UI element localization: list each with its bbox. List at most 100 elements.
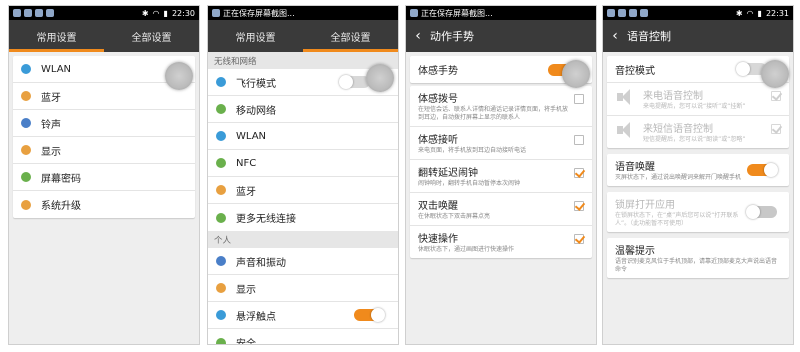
floating-touch-point[interactable] xyxy=(562,60,590,88)
checkbox[interactable] xyxy=(574,135,584,145)
phone-screen-1: ✱ ◠ ▮ 22:30 常用设置 全部设置 WLAN 蓝牙 铃声 显示 屏幕密码 系统… xyxy=(8,5,200,345)
screenshot-icon xyxy=(212,9,220,17)
voice-wake-card: 语音唤醒 灭屏状态下，通过说出唤醒词来解开门唤醒手机 xyxy=(607,154,789,186)
settings-item-label: WLAN xyxy=(236,130,267,142)
item-title: 语音唤醒 xyxy=(615,162,655,173)
tab-bar: 常用设置 全部设置 xyxy=(9,20,199,52)
item-title: 锁屏打开应用 xyxy=(615,200,675,211)
settings-item-label: 显示 xyxy=(41,146,61,158)
page-title: 语音控制 xyxy=(627,30,671,43)
item-subtitle: 在短信会话、联系人详情和通话记录详情页面，将手机放到耳边，自动拨打屏幕上显示的联… xyxy=(418,106,569,121)
notification-icon xyxy=(13,9,21,17)
voice-item-lock-screen-app[interactable]: 锁屏打开应用 在锁屏状态下，在“桌”声后您可以说“打开联系人”。（此功能暂不可使用… xyxy=(607,192,789,232)
voice-item-incoming-sms[interactable]: 来短信语音控制 短信提醒后，您可以说“朗读”或“忽略” xyxy=(607,116,789,148)
nfc-icon xyxy=(216,158,226,168)
item-subtitle: 在锁屏状态下，在“桌”声后您可以说“打开联系人”。（此功能暂不可使用） xyxy=(615,212,739,227)
gesture-item-motion-dial[interactable]: 体感拨号 在短信会话、联系人详情和通话记录详情页面，将手机放到耳边，自动拨打屏幕上… xyxy=(410,86,592,127)
gesture-item-double-tap-wake[interactable]: 双击唤醒 在休眠状态下双击屏幕点亮 xyxy=(410,193,592,226)
wifi-icon xyxy=(21,64,31,74)
settings-item-system-update[interactable]: 系统升级 xyxy=(13,191,195,218)
floating-touch-point[interactable] xyxy=(165,62,193,90)
item-subtitle: 灭屏状态下，通过说出唤醒词来解开门唤醒手机 xyxy=(615,174,742,181)
item-subtitle: 短信提醒后，您可以说“朗读”或“忽略” xyxy=(643,136,746,143)
item-subtitle: 在休眠状态下双击屏幕点亮 xyxy=(418,213,491,220)
phone-screen-4: ✱ ◠ ▮ 22:31 ‹ 语音控制 音控模式 来电语音控制 来电提醒后，您可以说“接听… xyxy=(602,5,794,345)
settings-item-label: 蓝牙 xyxy=(41,92,61,104)
floating-touch-toggle[interactable] xyxy=(354,308,385,322)
item-title: 翻转延迟闹钟 xyxy=(418,168,478,179)
settings-item-label: 安全 xyxy=(236,339,256,345)
battery-icon: ▮ xyxy=(163,8,168,18)
settings-item-screen-password[interactable]: 屏幕密码 xyxy=(13,164,195,191)
tip-text: 语音识别麦克风位于手机顶部，请靠近顶部麦克大声说出语音命令 xyxy=(615,258,778,273)
bell-icon xyxy=(21,118,31,128)
floating-touch-point[interactable] xyxy=(366,64,394,92)
settings-item-floating-touch[interactable]: 悬浮触点 xyxy=(208,302,398,329)
checkbox[interactable] xyxy=(574,168,584,178)
settings-item-label: WLAN xyxy=(41,63,72,75)
gesture-item-quick-action[interactable]: 快速操作 休眠状态下，通过画图进行快速操作 xyxy=(410,226,592,258)
settings-item-ringtone[interactable]: 铃声 xyxy=(13,110,195,137)
settings-item-label: NFC xyxy=(236,157,257,169)
settings-item-bluetooth[interactable]: 蓝牙 xyxy=(208,177,398,204)
settings-item-nfc[interactable]: NFC xyxy=(208,150,398,177)
item-title: 快速操作 xyxy=(418,234,458,245)
speaker-icon xyxy=(615,120,637,140)
wifi-icon: ◠ xyxy=(746,8,754,18)
lock-screen-app-toggle[interactable] xyxy=(746,205,777,219)
settings-item-security[interactable]: 安全 xyxy=(208,329,398,345)
section-header: 无线和网络 xyxy=(208,52,398,69)
tip-item: 温馨提示 语音识别麦克风位于手机顶部，请靠近顶部麦克大声说出语音命令 xyxy=(607,238,789,278)
settings-item-mobile-network[interactable]: 移动网络 xyxy=(208,96,398,123)
settings-list: 声音和振动 显示 悬浮触点 安全 xyxy=(208,248,398,345)
battery-icon: ▮ xyxy=(757,8,762,18)
item-title: 双击唤醒 xyxy=(418,201,458,212)
lock-icon xyxy=(21,172,31,182)
status-bar: 正在保存屏幕截图... xyxy=(406,6,596,20)
item-subtitle: 闹钟响时，翻转手机自动暂停本次闹钟 xyxy=(418,180,521,187)
checkbox[interactable] xyxy=(771,124,781,134)
floating-touch-point[interactable] xyxy=(761,60,789,88)
settings-item-label: 声音和振动 xyxy=(236,257,286,269)
wifi-icon: ◠ xyxy=(152,8,160,18)
display-icon xyxy=(216,283,226,293)
settings-item-wlan[interactable]: WLAN xyxy=(208,123,398,150)
tab-common-settings[interactable]: 常用设置 xyxy=(208,20,303,52)
section-header: 个人 xyxy=(208,231,398,248)
voice-item-incoming-call[interactable]: 来电语音控制 来电提醒后，您可以说“接听”或“挂断” xyxy=(607,83,789,116)
item-title: 体感拨号 xyxy=(418,94,458,105)
title-bar: ‹ 动作手势 xyxy=(406,20,596,52)
notification-icon xyxy=(46,9,54,17)
checkbox[interactable] xyxy=(771,91,781,101)
settings-list: 飞行模式 移动网络 WLAN NFC 蓝牙 更多无线连接 xyxy=(208,69,398,231)
item-title: 来短信语音控制 xyxy=(643,124,713,135)
status-bar: 正在保存屏幕截图... xyxy=(208,6,398,20)
settings-item-display[interactable]: 显示 xyxy=(13,137,195,164)
notification-icon xyxy=(24,9,32,17)
settings-item-label: 显示 xyxy=(236,284,256,296)
tab-all-settings[interactable]: 全部设置 xyxy=(303,20,398,52)
speaker-icon xyxy=(615,87,637,107)
voice-wake-toggle[interactable] xyxy=(747,163,778,177)
back-arrow-icon[interactable]: ‹ xyxy=(603,28,627,44)
wifi-icon xyxy=(216,131,226,141)
checkbox[interactable] xyxy=(574,94,584,104)
settings-item-display[interactable]: 显示 xyxy=(208,275,398,302)
back-arrow-icon[interactable]: ‹ xyxy=(406,28,430,44)
settings-item-sound[interactable]: 声音和振动 xyxy=(208,248,398,275)
bluetooth-icon xyxy=(21,91,31,101)
gesture-item-motion-answer[interactable]: 体感接听 来电页面，将手机放到耳边自动接听电话 xyxy=(410,127,592,160)
settings-item-label: 飞行模式 xyxy=(236,78,276,90)
tab-all-settings[interactable]: 全部设置 xyxy=(104,20,199,52)
sound-icon xyxy=(216,256,226,266)
status-time: 22:30 xyxy=(171,8,195,18)
gesture-item-flip-snooze[interactable]: 翻转延迟闹钟 闹钟响时，翻转手机自动暂停本次闹钟 xyxy=(410,160,592,193)
shield-icon xyxy=(216,337,226,344)
checkbox[interactable] xyxy=(574,201,584,211)
tab-common-settings[interactable]: 常用设置 xyxy=(9,20,104,52)
settings-item-more-wireless[interactable]: 更多无线连接 xyxy=(208,204,398,231)
voice-item-wake[interactable]: 语音唤醒 灭屏状态下，通过说出唤醒词来解开门唤醒手机 xyxy=(607,154,789,186)
page-title: 动作手势 xyxy=(430,30,474,43)
settings-item-bluetooth[interactable]: 蓝牙 xyxy=(13,83,195,110)
checkbox[interactable] xyxy=(574,234,584,244)
